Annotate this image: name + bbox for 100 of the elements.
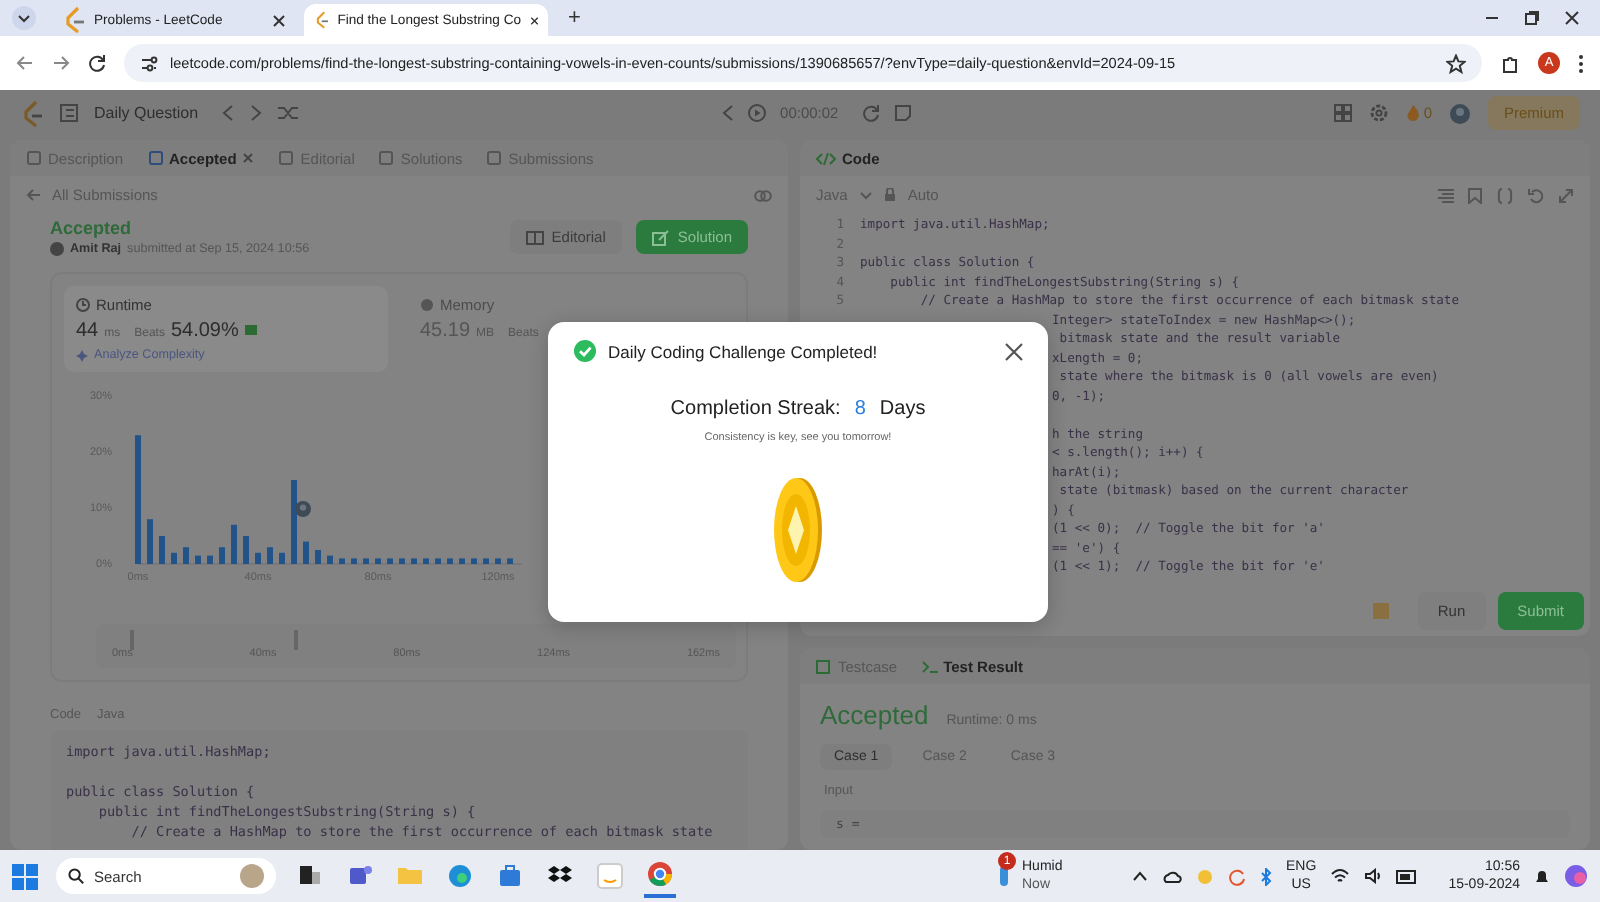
extensions-icon[interactable] — [1500, 53, 1520, 73]
chart-bar — [207, 555, 213, 564]
chart-bar — [471, 558, 477, 564]
layout-icon[interactable] — [1333, 104, 1352, 122]
chart-bar — [447, 558, 453, 564]
checkbox-icon — [816, 659, 832, 673]
chart-bar — [411, 558, 417, 564]
coin-drawing — [772, 476, 824, 584]
terminal-icon — [921, 659, 938, 673]
more-menu-icon[interactable] — [1578, 53, 1584, 73]
chevron-left-icon[interactable] — [222, 104, 235, 122]
close-icon[interactable] — [1564, 10, 1580, 26]
stat-value: 44 — [76, 320, 99, 342]
avatar-icon — [50, 242, 64, 256]
restore-icon[interactable] — [1524, 10, 1540, 26]
photo-placeholder — [240, 864, 264, 888]
chart-bar — [327, 555, 333, 564]
close-icon[interactable] — [529, 13, 538, 27]
submission-status: Accepted — [50, 218, 134, 238]
chart-bar — [231, 524, 237, 564]
chart-bar — [351, 558, 357, 564]
chart-bar — [135, 435, 141, 564]
new-tab-button[interactable]: + — [556, 6, 593, 30]
chart-bar — [435, 558, 441, 564]
chart-bar — [195, 555, 201, 564]
expand-icon[interactable] — [1558, 187, 1574, 203]
edit-icon — [651, 229, 670, 245]
chart-bar — [399, 558, 405, 564]
chart-bar — [183, 547, 189, 564]
trophy-icon — [244, 324, 259, 336]
caret-icon — [859, 191, 872, 199]
chart-bar — [255, 552, 261, 564]
copilot-icon[interactable] — [1564, 864, 1588, 888]
page-title: Daily Question — [94, 104, 199, 122]
back-arrow-icon[interactable] — [16, 54, 34, 72]
chevron-up-icon[interactable] — [1132, 870, 1149, 882]
shuffle-icon[interactable] — [278, 104, 299, 122]
chart-bar — [375, 558, 381, 564]
lock-icon — [883, 188, 896, 202]
note-icon[interactable] — [894, 104, 913, 122]
result-status: Accepted — [820, 700, 929, 730]
format-icon[interactable] — [1438, 187, 1454, 203]
forward-arrow-icon[interactable] — [52, 54, 70, 72]
chart-bar — [147, 519, 153, 564]
chart-bar — [507, 558, 513, 564]
close-icon[interactable] — [1004, 341, 1024, 361]
chart-bar — [267, 547, 273, 564]
settings-icon[interactable] — [1369, 104, 1388, 122]
reset-icon[interactable] — [862, 104, 881, 122]
cloud-icon[interactable] — [1162, 869, 1183, 883]
dropdown-icon[interactable] — [12, 6, 36, 30]
chart-bar — [423, 558, 429, 564]
share-icon[interactable] — [754, 187, 772, 203]
chart-bar — [171, 552, 177, 564]
chart-bar — [279, 552, 285, 564]
user-marker-icon — [294, 499, 312, 517]
chevron-left-icon[interactable] — [722, 104, 735, 122]
streak-count: 8 — [854, 398, 866, 420]
widgets-app-icon — [296, 862, 324, 890]
wifi-icon[interactable] — [1330, 868, 1351, 884]
bookmark-icon[interactable] — [1468, 187, 1482, 203]
reload-icon[interactable] — [88, 54, 106, 72]
chevron-right-icon[interactable] — [250, 104, 263, 122]
folder-app-icon — [396, 862, 424, 890]
search-icon — [68, 868, 84, 884]
braces-icon[interactable] — [1496, 187, 1514, 203]
play-icon[interactable] — [748, 104, 767, 122]
close-icon[interactable] — [272, 13, 286, 27]
undo-icon[interactable] — [1528, 187, 1544, 203]
chart-bar — [159, 536, 165, 564]
chart-bar — [219, 547, 225, 564]
chart-bar — [483, 558, 489, 564]
chart-bar — [291, 480, 297, 564]
chart-bar — [387, 558, 393, 564]
check-circle-icon — [574, 340, 596, 362]
code-icon — [816, 151, 836, 165]
chart-bar — [243, 536, 249, 564]
chart-bar — [339, 558, 345, 564]
modal-title: Daily Coding Challenge Completed! — [608, 341, 878, 361]
back-arrow-icon[interactable] — [26, 188, 42, 202]
bluetooth-icon[interactable] — [1260, 867, 1273, 885]
streak-label: Completion Streak: — [670, 398, 841, 420]
chart-bar — [315, 550, 321, 564]
battery-icon[interactable] — [1396, 869, 1419, 883]
beats-percent: 54.09% — [170, 320, 239, 342]
list-icon[interactable] — [60, 104, 78, 122]
start-menu-icon[interactable] — [12, 863, 38, 889]
star-icon[interactable] — [1446, 53, 1466, 73]
bell-icon[interactable] — [1534, 867, 1550, 885]
chart-bar — [495, 558, 501, 564]
avatar-icon[interactable] — [1449, 103, 1470, 123]
sparkle-icon — [76, 349, 88, 361]
refresh-icon[interactable] — [1228, 867, 1247, 885]
speaker-icon[interactable] — [1364, 868, 1383, 884]
chart-bar — [459, 558, 465, 564]
chart-bar — [303, 541, 309, 564]
chart-bar — [363, 558, 369, 564]
site-settings-icon — [140, 55, 158, 71]
streak-unit: Days — [879, 398, 926, 420]
clock-icon — [76, 298, 90, 312]
